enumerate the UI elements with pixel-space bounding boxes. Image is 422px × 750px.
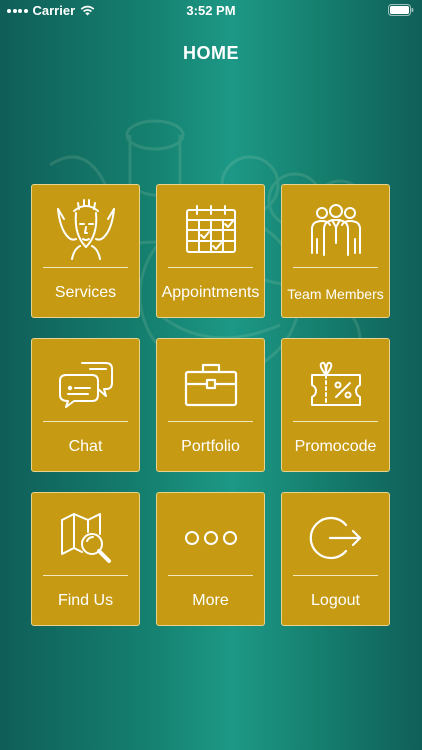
more-tile[interactable]: More: [156, 492, 265, 626]
promocode-tile[interactable]: Promocode: [281, 338, 390, 472]
more-label: More: [192, 592, 229, 609]
logout-tile[interactable]: Logout: [281, 492, 390, 626]
tile-divider: [43, 421, 128, 422]
map-search-icon: [32, 507, 139, 569]
briefcase-icon: [157, 353, 264, 415]
services-label: Services: [54, 284, 117, 301]
team-icon: [282, 199, 389, 261]
status-time: 3:52 PM: [186, 3, 236, 18]
more-dots-icon: [157, 507, 264, 569]
tile-divider: [293, 421, 378, 422]
tile-divider: [293, 267, 378, 268]
battery-icon: [388, 4, 414, 19]
promocode-label: Promocode: [294, 438, 377, 455]
home-menu-grid: Services Appointments Team Members Chat …: [31, 184, 390, 626]
portfolio-tile[interactable]: Portfolio: [156, 338, 265, 472]
status-bar: Carrier 3:52 PM: [0, 0, 422, 22]
appointments-label: Appointments: [161, 284, 260, 301]
chat-bubbles-icon: [32, 353, 139, 415]
gift-coupon-icon: [282, 353, 389, 415]
find-us-label: Find Us: [57, 592, 114, 609]
chat-tile[interactable]: Chat: [31, 338, 140, 472]
portfolio-label: Portfolio: [181, 438, 240, 455]
face-massage-icon: [32, 199, 139, 261]
chat-label: Chat: [68, 438, 103, 455]
page-title: HOME: [183, 43, 239, 63]
tile-divider: [293, 575, 378, 576]
team-members-label: Team Members: [287, 286, 384, 302]
tile-divider: [168, 267, 253, 268]
tile-divider: [43, 575, 128, 576]
logout-label: Logout: [311, 592, 360, 609]
tile-divider: [168, 575, 253, 576]
services-tile[interactable]: Services: [31, 184, 140, 318]
tile-divider: [168, 421, 253, 422]
tile-divider: [43, 267, 128, 268]
logout-icon: [282, 507, 389, 569]
team-members-tile[interactable]: Team Members: [281, 184, 390, 318]
calendar-icon: [157, 199, 264, 261]
find-us-tile[interactable]: Find Us: [31, 492, 140, 626]
appointments-tile[interactable]: Appointments: [156, 184, 265, 318]
